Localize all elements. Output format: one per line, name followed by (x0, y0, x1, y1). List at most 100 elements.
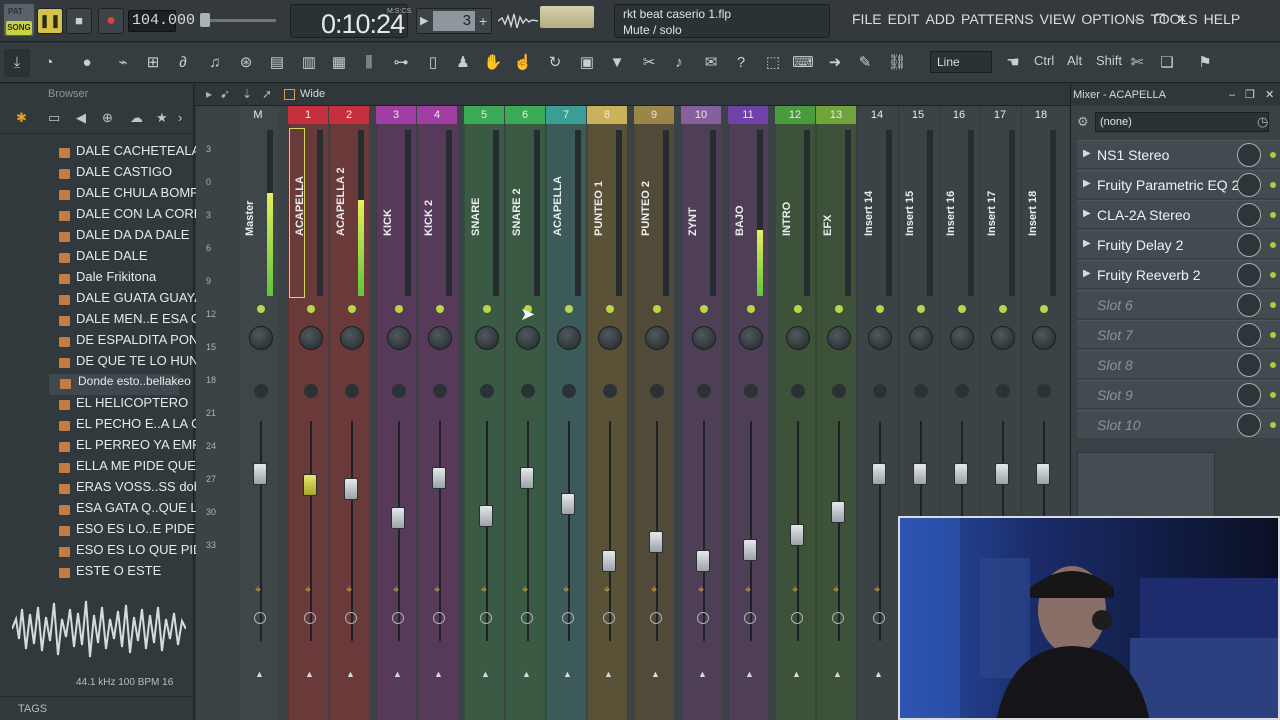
strip-name[interactable]: PUNTEO 1 (593, 181, 605, 236)
fx-slot-8[interactable]: Slot 8 (1077, 350, 1280, 378)
strip-stereo-separation[interactable] (650, 384, 664, 398)
flag-icon[interactable]: ⚑ (1192, 49, 1218, 77)
strip-pan-knob[interactable] (387, 326, 411, 350)
fx-slot-1[interactable]: ▶ NS1 Stereo (1077, 140, 1280, 168)
strip-enable-led[interactable] (307, 305, 315, 313)
fx-slot-mix-knob[interactable] (1237, 353, 1261, 377)
tags-bar[interactable]: TAGS (0, 696, 194, 720)
knob-icon[interactable]: ● (74, 49, 100, 77)
add-pattern-icon[interactable]: + (479, 13, 487, 29)
fx-slot-mix-knob[interactable] (1237, 323, 1261, 347)
fx-slot-enable-led[interactable] (1270, 272, 1276, 278)
strip-name[interactable]: KICK 2 (423, 200, 435, 236)
strip-fx-route-icon[interactable]: ⌖ (305, 584, 315, 596)
menu-patterns[interactable]: PATTERNS (961, 11, 1034, 27)
strip-enable-led[interactable] (700, 305, 708, 313)
strip-stereo-separation[interactable] (996, 384, 1010, 398)
menu-file[interactable]: FILE (852, 11, 882, 27)
strip-route-arrow-icon[interactable]: ▲ (833, 669, 842, 679)
strip-route-arrow-icon[interactable]: ▲ (522, 669, 531, 679)
mixer-view-icon[interactable] (284, 89, 295, 100)
browser-speaker-icon[interactable]: ◀ (76, 110, 86, 126)
strip-stereo-separation[interactable] (480, 384, 494, 398)
strip-number[interactable]: 17 (980, 106, 1020, 124)
fx-slot-menu-icon[interactable]: ▶ (1083, 208, 1091, 219)
strip-volume-fader[interactable] (479, 504, 493, 527)
strip-number[interactable]: 16 (939, 106, 979, 124)
undo-history-icon[interactable]: ↻ (542, 49, 568, 77)
strip-disk-icon[interactable] (791, 612, 803, 624)
strip-stereo-separation[interactable] (304, 384, 318, 398)
fx-slot-enable-led[interactable] (1270, 422, 1276, 428)
strip-disk-icon[interactable] (832, 612, 844, 624)
fx-slot-enable-led[interactable] (1270, 212, 1276, 218)
strip-volume-fader[interactable] (872, 462, 886, 485)
browser-more-icon[interactable]: › (178, 110, 182, 125)
fx-slot-label[interactable]: Fruity Parametric EQ 2 (1097, 177, 1239, 193)
ctrl-modifier[interactable]: Ctrl (1034, 53, 1054, 68)
strip-pan-knob[interactable] (598, 326, 622, 350)
fx-slot-3[interactable]: ▶ CLA-2A Stereo (1077, 200, 1280, 228)
strip-number[interactable]: M (238, 106, 278, 124)
strip-enable-led[interactable] (257, 305, 265, 313)
fx-preset-icon[interactable]: ⚙ (1077, 114, 1089, 130)
fx-slot-2[interactable]: ▶ Fruity Parametric EQ 2 (1077, 170, 1280, 198)
time-display[interactable]: 0:10:24 M:S:CS (290, 4, 411, 39)
strip-pan-knob[interactable] (786, 326, 810, 350)
step-edit-icon[interactable]: ♫ (202, 49, 228, 77)
strip-route-arrow-icon[interactable]: ▲ (651, 669, 660, 679)
mixer-strip-3[interactable]: 3 KICK ⌖ ▲ (376, 106, 416, 720)
strip-name[interactable]: ACAPELLA 2 (335, 167, 347, 236)
strip-stereo-separation[interactable] (791, 384, 805, 398)
fx-slot-label[interactable]: Slot 10 (1097, 417, 1141, 433)
countdown-icon[interactable]: ∂ (170, 49, 196, 77)
snap-mode-select[interactable]: Line (930, 51, 992, 73)
strip-fx-route-icon[interactable]: ⌖ (651, 584, 661, 596)
fx-slot-9[interactable]: Slot 9 (1077, 380, 1280, 408)
strip-pan-knob[interactable] (1032, 326, 1056, 350)
strip-enable-led[interactable] (606, 305, 614, 313)
strip-enable-led[interactable] (835, 305, 843, 313)
fx-slot-mix-knob[interactable] (1237, 383, 1261, 407)
strip-pan-knob[interactable] (249, 326, 273, 350)
strip-fx-route-icon[interactable]: ⌖ (874, 584, 884, 596)
strip-route-arrow-icon[interactable]: ▲ (346, 669, 355, 679)
fx-slot-enable-led[interactable] (1270, 242, 1276, 248)
strip-stereo-separation[interactable] (1037, 384, 1051, 398)
strip-name[interactable]: EFX (822, 215, 834, 236)
strip-fx-route-icon[interactable]: ⌖ (604, 584, 614, 596)
strip-enable-led[interactable] (565, 305, 573, 313)
strip-number[interactable]: 10 (681, 106, 721, 124)
strip-stereo-separation[interactable] (832, 384, 846, 398)
strip-fx-route-icon[interactable]: ⌖ (833, 584, 843, 596)
strip-volume-fader[interactable] (696, 550, 710, 573)
fx-slot-enable-led[interactable] (1270, 332, 1276, 338)
strip-route-arrow-icon[interactable]: ▲ (698, 669, 707, 679)
strip-volume-fader[interactable] (995, 462, 1009, 485)
fx-slot-mix-knob[interactable] (1237, 233, 1261, 257)
strip-volume-fader[interactable] (344, 478, 358, 500)
hint-hand-icon[interactable]: ☚ (1000, 49, 1026, 77)
strip-number[interactable]: 14 (857, 106, 897, 124)
strip-volume-fader[interactable] (954, 462, 968, 485)
strip-pan-knob[interactable] (827, 326, 851, 350)
strip-stereo-separation[interactable] (955, 384, 969, 398)
strip-name[interactable]: PUNTEO 2 (640, 181, 652, 236)
strip-disk-icon[interactable] (254, 612, 266, 624)
patcher-icon[interactable]: ⊶ (388, 49, 414, 77)
strip-fx-route-icon[interactable]: ⌖ (745, 584, 755, 596)
strip-disk-icon[interactable] (345, 612, 357, 624)
mixer-strip-10[interactable]: 10 ZYNT ⌖ ▲ (681, 106, 721, 720)
strip-pan-knob[interactable] (428, 326, 452, 350)
save-icon[interactable]: ▣ (574, 49, 600, 77)
strip-name[interactable]: INTRO (781, 202, 793, 236)
mixer-cursor-icon[interactable]: ➚ (262, 87, 272, 101)
fx-slot-7[interactable]: Slot 7 (1077, 320, 1280, 348)
mixer-icon[interactable]: ⫼ (356, 49, 382, 77)
strip-stereo-separation[interactable] (433, 384, 447, 398)
strip-number[interactable]: 7 (546, 106, 586, 124)
fx-slot-4[interactable]: ▶ Fruity Delay 2 (1077, 230, 1280, 258)
strip-name[interactable]: Insert 17 (986, 191, 998, 236)
strip-pan-knob[interactable] (909, 326, 933, 350)
strip-fx-route-icon[interactable]: ⌖ (522, 584, 532, 596)
